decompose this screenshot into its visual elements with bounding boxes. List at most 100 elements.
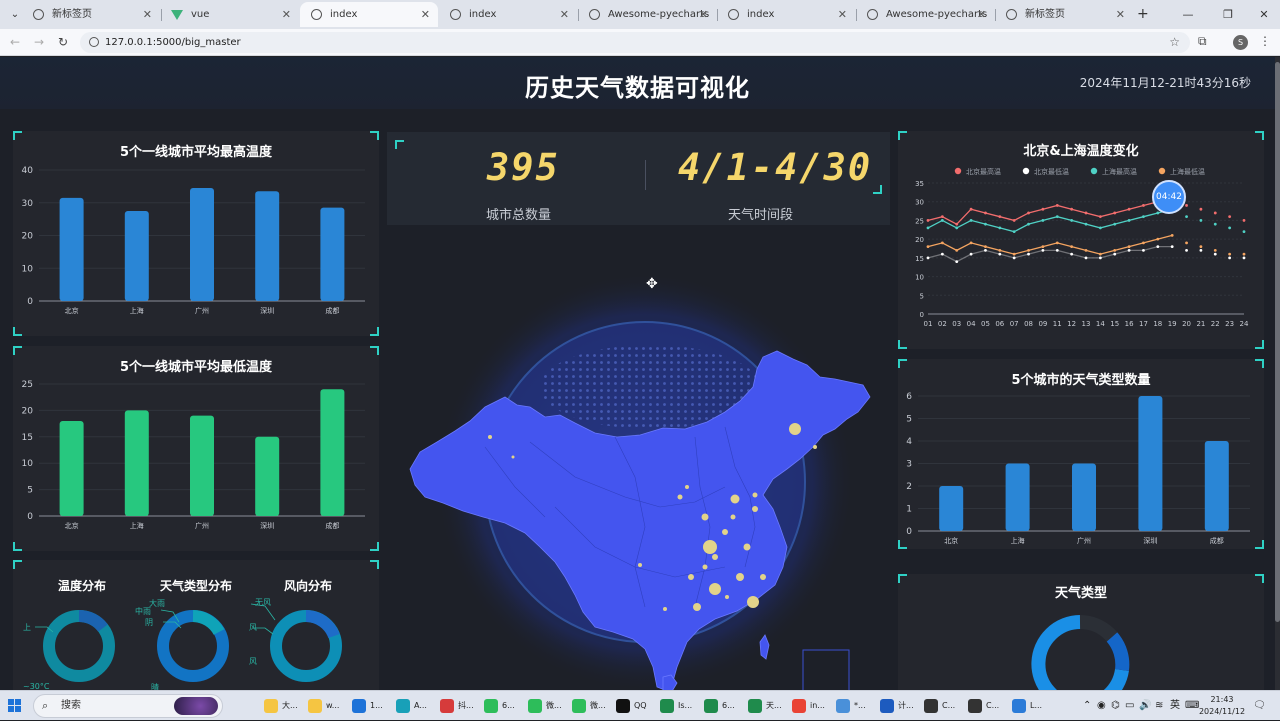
battery-icon[interactable]: ▭ <box>1125 691 1134 721</box>
close-icon[interactable]: ✕ <box>977 2 986 27</box>
bar <box>320 207 345 301</box>
data-point <box>1070 207 1074 211</box>
taskbar-app-button[interactable]: C... <box>922 695 955 717</box>
tab-3-active[interactable]: index ✕ <box>300 2 438 27</box>
close-icon[interactable]: ✕ <box>421 2 430 27</box>
taskbar-app-button[interactable]: 天... <box>746 695 782 717</box>
windows-start-icon[interactable] <box>8 699 22 713</box>
network-icon[interactable]: ⌬ <box>1111 691 1120 721</box>
data-point <box>998 248 1002 252</box>
close-icon[interactable]: ✕ <box>699 2 708 27</box>
bar <box>255 436 280 516</box>
taskbar-app-button[interactable]: 微... <box>526 695 562 717</box>
x-tick-label: 08 <box>1024 320 1033 328</box>
app-icon <box>704 699 718 713</box>
tab-6[interactable]: index ✕ <box>717 2 855 27</box>
reload-icon[interactable]: ↻ <box>55 34 71 50</box>
time-badge[interactable]: 04:42 <box>1152 180 1186 214</box>
app-label: 抖... <box>458 701 474 710</box>
new-tab-button[interactable]: + <box>1137 2 1151 27</box>
data-point <box>1098 226 1102 230</box>
data-point <box>1199 207 1203 211</box>
notification-icon[interactable]: 🗨 <box>1253 691 1266 721</box>
x-tick-label: 北京 <box>944 536 958 545</box>
taskbar-app-button[interactable]: 1... <box>350 695 383 717</box>
tab-7[interactable]: Awesome-pyecharts ✕ <box>856 2 994 27</box>
site-info-icon[interactable] <box>89 37 99 47</box>
dashboard-header: 历史天气数据可视化 2024年11月12-21时43分16秒 <box>0 57 1275 109</box>
taskbar-app-button[interactable]: QQ <box>614 695 647 717</box>
legend-label: 北京最低温 <box>1034 167 1069 176</box>
more-menu-icon[interactable]: ⋮ <box>1259 34 1271 48</box>
bookmark-star-icon[interactable]: ☆ <box>1169 32 1180 53</box>
tray-overflow-icon[interactable]: ⌃ <box>1083 691 1091 721</box>
window-close-icon[interactable]: ✕ <box>1244 0 1280 29</box>
forward-arrow-icon[interactable]: → <box>31 34 47 50</box>
bar <box>255 191 280 301</box>
x-tick-label: 深圳 <box>1143 536 1157 545</box>
kpi-panel: 395 4/1-4/30 城市总数量 天气时间段 <box>387 132 890 225</box>
url-bar[interactable]: 127.0.0.1:5000/big_master ☆ <box>80 32 1190 53</box>
taskbar-app-button[interactable]: w... <box>306 695 339 717</box>
restore-icon[interactable]: ❐ <box>1208 0 1248 29</box>
tab-5[interactable]: Awesome-pyecharts ✕ <box>578 2 716 27</box>
tab-2[interactable]: vue ✕ <box>161 2 299 27</box>
close-icon[interactable]: ✕ <box>1116 2 1125 27</box>
wifi-icon[interactable]: ≋ <box>1155 691 1163 721</box>
wind-donut-label: 风 <box>249 657 257 666</box>
back-arrow-icon[interactable]: ← <box>7 34 23 50</box>
url-text[interactable]: 127.0.0.1:5000/big_master <box>105 32 241 53</box>
close-icon[interactable]: ✕ <box>143 2 152 27</box>
tab-1[interactable]: 新标签页 ✕ <box>22 2 160 27</box>
taskbar-app-button[interactable]: 微... <box>570 695 606 717</box>
data-point <box>1213 222 1217 226</box>
tab-4[interactable]: index ✕ <box>439 2 577 27</box>
address-toolbar: ← → ↻ 127.0.0.1:5000/big_master ☆ ⧉ S ⋮ <box>0 29 1280 56</box>
taskbar-app-button[interactable]: 计... <box>878 695 914 717</box>
app-icon <box>880 699 894 713</box>
taskbar-search[interactable]: ⌕ 搜索 <box>33 694 223 718</box>
taskbar-app-button[interactable]: in... <box>790 695 825 717</box>
china-map[interactable] <box>395 247 885 690</box>
tab-8[interactable]: 新标签页 ✕ <box>995 2 1133 27</box>
close-icon[interactable]: ✕ <box>282 2 291 27</box>
volume-icon[interactable]: 🔊 <box>1139 691 1151 721</box>
globe-icon <box>33 9 44 20</box>
data-point <box>1098 252 1102 256</box>
taskbar-app-button[interactable]: 大... <box>262 695 298 717</box>
extensions-icon[interactable]: ⧉ <box>1198 34 1207 49</box>
globe-icon <box>1006 9 1017 20</box>
taskbar-clock[interactable]: 21:43 2024/11/12 <box>1196 694 1248 718</box>
series-line <box>927 234 1173 255</box>
bar-chart: 0 5 10 15 20 25 北京 上海 广州 深圳 成都 <box>22 380 365 530</box>
profile-avatar[interactable]: S <box>1233 35 1248 50</box>
taskbar-app-button[interactable]: *... <box>834 695 866 717</box>
y-tick-label: 40 <box>22 166 34 176</box>
data-point <box>1170 234 1174 237</box>
close-icon[interactable]: ✕ <box>560 2 569 27</box>
weather-type-donut <box>1031 615 1130 690</box>
south-sea-inset <box>802 649 850 690</box>
tray-app-icon[interactable]: ◉ <box>1097 691 1106 721</box>
taskbar-app-button[interactable]: 6... <box>482 695 515 717</box>
close-icon[interactable]: ✕ <box>838 2 847 27</box>
data-point <box>1228 252 1232 256</box>
taskbar-app-button[interactable]: C... <box>966 695 999 717</box>
data-point <box>998 226 1002 230</box>
taskbar-app-button[interactable]: 抖... <box>438 695 474 717</box>
taskbar-app-button[interactable]: Is... <box>658 695 692 717</box>
minimize-icon[interactable]: — <box>1168 0 1208 29</box>
data-point <box>1170 245 1174 249</box>
x-tick-label: 23 <box>1225 320 1234 328</box>
legend-label: 上海最低温 <box>1170 167 1205 176</box>
clock-time: 21:43 <box>1210 695 1234 704</box>
legend-label: 上海最高温 <box>1102 167 1137 176</box>
ime-indicator[interactable]: 英 <box>1170 691 1180 721</box>
taskbar-app-button[interactable]: A... <box>394 695 427 717</box>
scrollbar-thumb[interactable] <box>1275 62 1280 622</box>
app-icon <box>396 699 410 713</box>
data-point <box>1127 245 1131 249</box>
bar <box>320 389 345 516</box>
taskbar-app-button[interactable]: 6... <box>702 695 735 717</box>
taskbar-app-button[interactable]: L... <box>1010 695 1042 717</box>
